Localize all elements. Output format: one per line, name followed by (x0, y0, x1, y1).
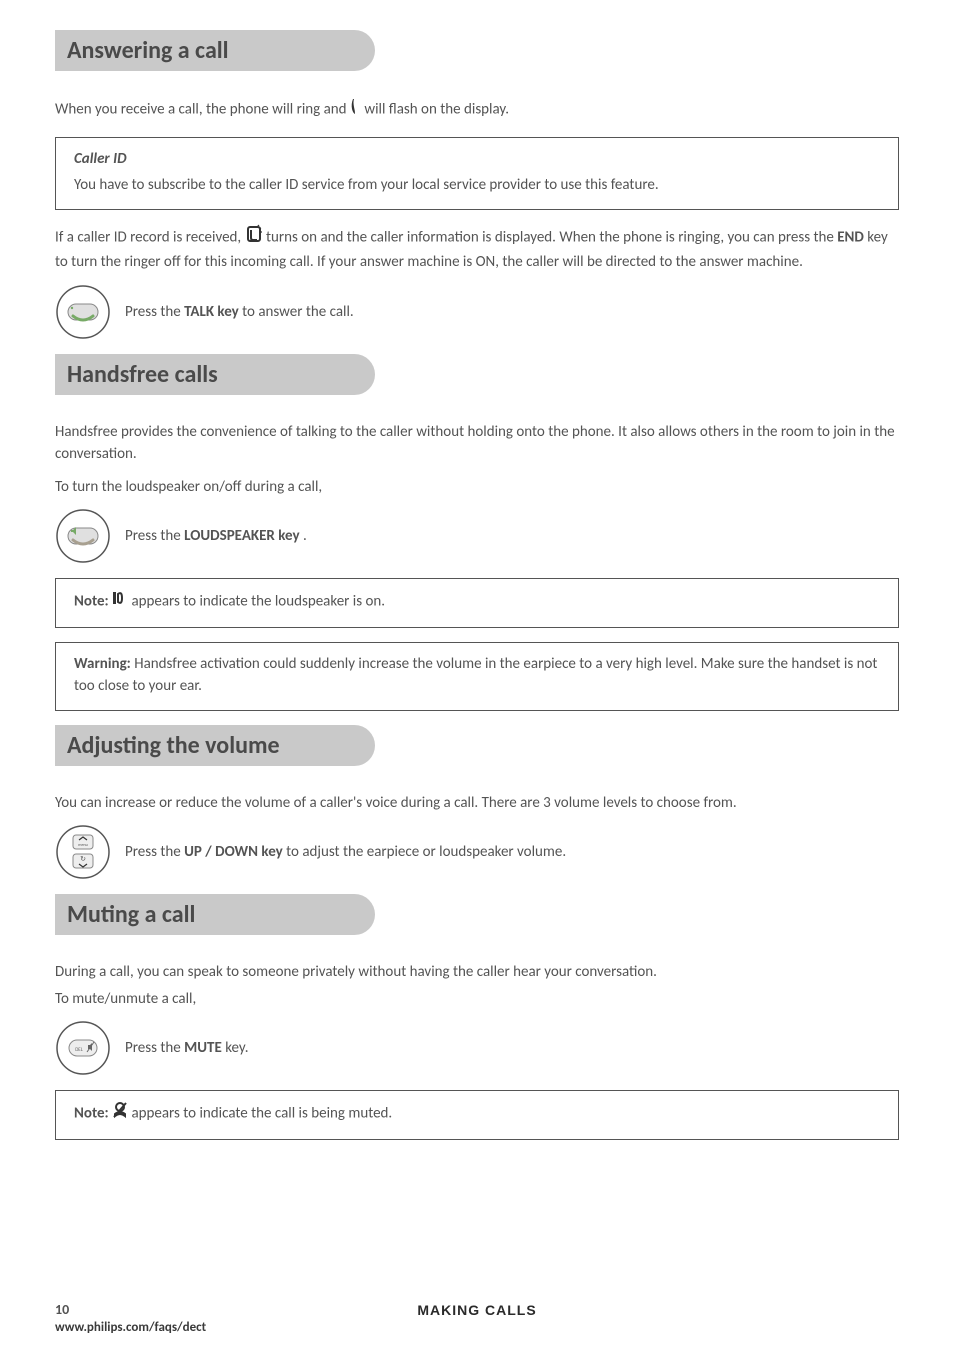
warning-text: Handsfree activation could suddenly incr… (74, 655, 877, 696)
warning-label: Warning: (74, 655, 131, 673)
svg-text:menu: menu (78, 843, 87, 848)
text: Press the (125, 843, 184, 861)
updown-key-step: menu ↻ Press the UP / DOWN key to adjust… (55, 824, 899, 880)
page-number: 10 (55, 1301, 115, 1318)
text: will flash on the display. (364, 100, 509, 118)
note-label: Note: (74, 1104, 112, 1122)
section-title-handsfree: Handsfree calls (55, 354, 375, 395)
callerid-icon (245, 224, 263, 252)
loudspeaker-key-step: Press the LOUDSPEAKER key . (55, 508, 899, 564)
handsfree-warning: Warning: Handsfree activation could sudd… (55, 642, 899, 711)
section-title-muting: Muting a call (55, 894, 375, 935)
talk-button-icon (55, 284, 111, 340)
updown-key-label: UP / DOWN key (184, 843, 283, 861)
page-footer: 10 MAKING CALLS www.philips.com/faqs/dec… (55, 1301, 899, 1335)
mute-key-label: MUTE (184, 1039, 222, 1057)
text: If a caller ID record is received, (55, 228, 245, 246)
volume-intro: You can increase or reduce the volume of… (55, 792, 899, 815)
loudspeaker-step-text: Press the LOUDSPEAKER key . (125, 527, 307, 545)
answering-record: If a caller ID record is received, turns… (55, 224, 899, 274)
loudspeaker-key-label: LOUDSPEAKER key (184, 527, 299, 545)
text: Press the (125, 303, 184, 321)
loudspeaker-button-icon (55, 508, 111, 564)
updown-step-text: Press the UP / DOWN key to adjust the ea… (125, 843, 566, 861)
section-title-volume: Adjusting the volume (55, 725, 375, 766)
muting-note: Note: appears to indicate the call is be… (55, 1090, 899, 1140)
updown-button-icon: menu ↻ (55, 824, 111, 880)
muting-intro: During a call, you can speak to someone … (55, 961, 899, 984)
speaker-on-icon (112, 589, 128, 615)
text: When you receive a call, the phone will … (55, 100, 350, 118)
callerid-callout: Caller ID You have to subscribe to the c… (55, 137, 899, 210)
text: Press the (125, 1039, 184, 1057)
mute-step-text: Press the MUTE key. (125, 1039, 249, 1057)
text: turns on and the caller information is d… (266, 228, 837, 246)
handsfree-toturn: To turn the loudspeaker on/off during a … (55, 476, 899, 499)
text: key. (225, 1039, 248, 1057)
footer-url: www.philips.com/faqs/dect (55, 1320, 899, 1335)
section-title-answering: Answering a call (55, 30, 375, 71)
end-key-label: END (837, 228, 864, 246)
ring-icon (350, 97, 361, 123)
handsfree-note: Note: appears to indicate the loudspeake… (55, 578, 899, 628)
text: to answer the call. (242, 303, 354, 321)
note-text: appears to indicate the call is being mu… (131, 1104, 392, 1122)
answering-intro: When you receive a call, the phone will … (55, 97, 899, 123)
footer-center: MAKING CALLS (115, 1302, 839, 1318)
mute-button-icon: DEL (55, 1020, 111, 1076)
talk-step-text: Press the TALK key to answer the call. (125, 303, 354, 321)
svg-text:↻: ↻ (80, 854, 86, 863)
mute-key-step: DEL Press the MUTE key. (55, 1020, 899, 1076)
text: . (303, 527, 307, 545)
text: to adjust the earpiece or loudspeaker vo… (286, 843, 566, 861)
svg-text:DEL: DEL (75, 1047, 84, 1053)
talk-key-step: Press the TALK key to answer the call. (55, 284, 899, 340)
text: Press the (125, 527, 184, 545)
note-text: appears to indicate the loudspeaker is o… (131, 592, 385, 610)
note-label: Note: (74, 592, 112, 610)
callerid-text: You have to subscribe to the caller ID s… (74, 174, 880, 197)
handsfree-intro: Handsfree provides the convenience of ta… (55, 421, 899, 466)
talk-key-label: TALK key (184, 303, 239, 321)
mute-status-icon (112, 1101, 128, 1127)
muting-tomute: To mute/unmute a call, (55, 988, 899, 1011)
callerid-title: Caller ID (74, 148, 880, 171)
